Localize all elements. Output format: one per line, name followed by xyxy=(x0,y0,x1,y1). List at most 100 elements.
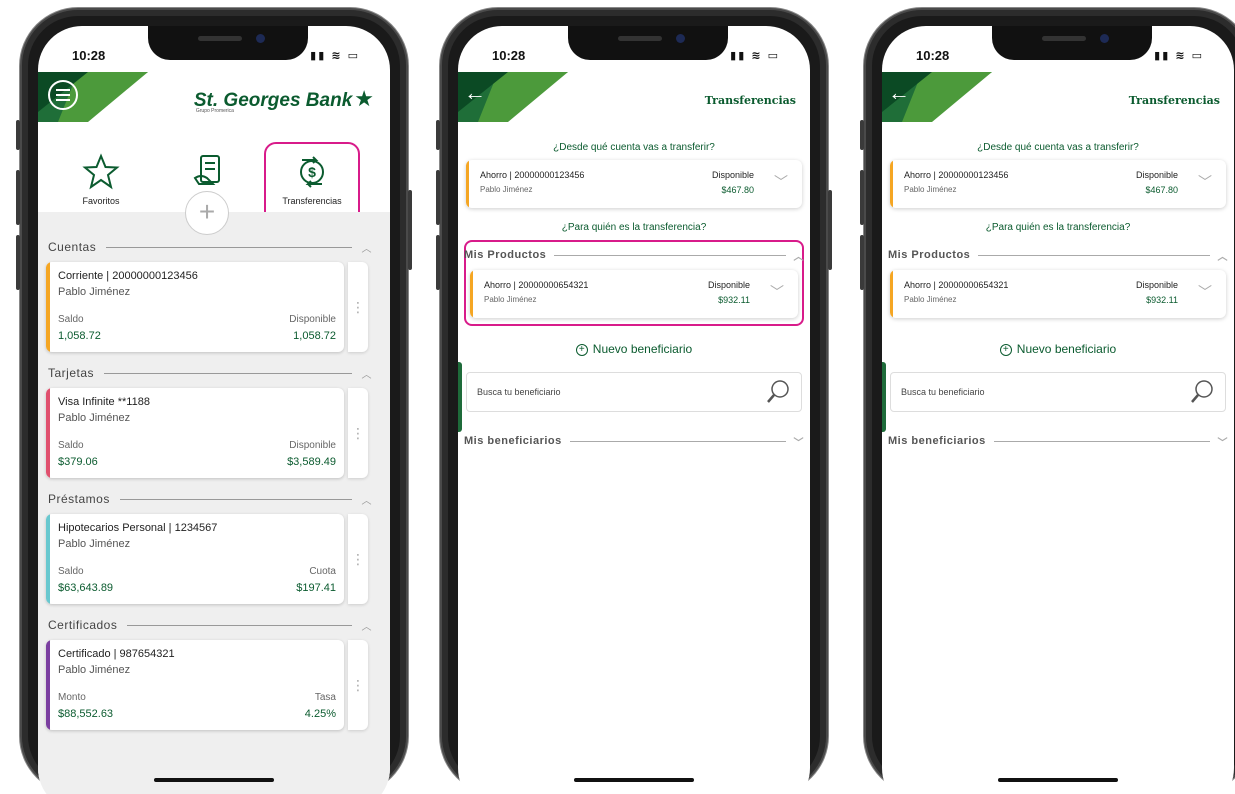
from-account-card[interactable]: Ahorro | 20000000123456 Pablo Jiménez Di… xyxy=(890,160,1226,208)
volume-down-button xyxy=(860,235,864,290)
status-time: 10:28 xyxy=(916,48,950,63)
svg-text:$: $ xyxy=(308,164,316,180)
page-title: Transferencias xyxy=(1128,94,1220,107)
section-header-certificados[interactable]: Certificados ︿ xyxy=(48,616,372,634)
chevron-down-icon: ﹀ xyxy=(770,284,784,300)
section-header-tarjetas[interactable]: Tarjetas ︿ xyxy=(48,364,372,382)
balance-value: 1,058.72 xyxy=(58,330,101,342)
add-button[interactable]: + xyxy=(185,191,229,235)
available-value: $467.80 xyxy=(721,185,754,195)
chevron-down-icon: ﹀ xyxy=(774,174,788,190)
chevron-up-icon: ︿ xyxy=(361,495,372,507)
chevron-up-icon: ︿ xyxy=(361,621,372,633)
search-placeholder: Busca tu beneficiario xyxy=(477,387,561,397)
from-question: ¿Desde qué cuenta vas a transferir? xyxy=(977,142,1139,153)
available-label: Disponible xyxy=(1135,280,1178,290)
money-transfer-icon: $ xyxy=(266,152,358,192)
search-icon[interactable] xyxy=(765,379,791,405)
status-icons: ▮▮ ≋ ▭ xyxy=(730,50,780,62)
account-holder: Pablo Jiménez xyxy=(484,295,537,304)
account-holder: Pablo Jiménez xyxy=(480,185,533,194)
menu-button[interactable] xyxy=(48,80,78,110)
products-list: Cuentas ︿ Corriente | 20000000123456 Pabl… xyxy=(38,212,390,794)
screen: 10:28 ▮▮ ≋ ▭ ← Transferencias ¿Desde qué… xyxy=(458,26,810,794)
new-beneficiary-button[interactable]: + Nuevo beneficiario xyxy=(458,342,810,356)
available-value: $3,589.49 xyxy=(287,456,336,468)
account-holder: Pablo Jiménez xyxy=(58,664,131,676)
from-question: ¿Desde qué cuenta vas a transferir? xyxy=(553,142,715,153)
my-products-header[interactable]: Mis Productos ︿ xyxy=(888,246,1228,264)
balance-value: $63,643.89 xyxy=(58,582,114,594)
more-options-icon[interactable]: ⋮ xyxy=(348,262,368,352)
product-account-card[interactable]: Ahorro | 20000000654321 Pablo Jiménez Di… xyxy=(470,270,798,318)
section-title: Cuentas xyxy=(48,240,97,254)
section-header-cuentas[interactable]: Cuentas ︿ xyxy=(48,238,372,256)
amount-value: $88,552.63 xyxy=(58,708,114,720)
side-tab-accent xyxy=(458,362,462,432)
group-title: Mis Productos xyxy=(464,249,547,261)
chevron-down-icon: ﹀ xyxy=(1217,437,1228,449)
section-title: Certificados xyxy=(48,618,118,632)
beneficiary-search[interactable]: Busca tu beneficiario xyxy=(466,372,802,412)
mute-switch xyxy=(436,120,440,150)
my-beneficiaries-header[interactable]: Mis beneficiarios ﹀ xyxy=(464,432,804,450)
from-account-card[interactable]: Ahorro | 20000000123456 Pablo Jiménez Di… xyxy=(466,160,802,208)
product-account-card[interactable]: Ahorro | 20000000654321 Pablo Jiménez Di… xyxy=(890,270,1226,318)
beneficiary-search[interactable]: Busca tu beneficiario xyxy=(890,372,1226,412)
status-time: 10:28 xyxy=(72,48,106,63)
search-placeholder: Busca tu beneficiario xyxy=(901,387,985,397)
account-title: Certificado | 987654321 xyxy=(58,648,175,660)
power-button xyxy=(828,190,832,270)
chevron-up-icon: ︿ xyxy=(361,243,372,255)
my-beneficiaries-header[interactable]: Mis beneficiarios ﹀ xyxy=(888,432,1228,450)
app-header: ← Transferencias xyxy=(458,72,810,122)
new-beneficiary-label: Nuevo beneficiario xyxy=(1016,342,1117,356)
more-options-icon[interactable]: ⋮ xyxy=(348,514,368,604)
screen: 10:28 ▮▮ ≋ ▭ St. Georges Bank★ Grupo Pro… xyxy=(38,26,390,794)
back-arrow-icon[interactable]: ← xyxy=(888,80,910,106)
available-label: Disponible xyxy=(289,440,336,451)
status-icons: ▮▮ ≋ ▭ xyxy=(310,50,360,62)
volume-up-button xyxy=(436,170,440,225)
rate-value: 4.25% xyxy=(304,708,336,720)
balance-label: Saldo xyxy=(58,440,84,451)
available-label: Disponible xyxy=(289,314,336,325)
mute-switch xyxy=(860,120,864,150)
quick-action-label: Transferencias xyxy=(282,196,342,206)
chevron-up-icon: ︿ xyxy=(361,369,372,381)
phone-transfer-highlighted: 10:28 ▮▮ ≋ ▭ ← Transferencias ¿Desde qué… xyxy=(436,8,832,794)
star-icon xyxy=(56,152,146,192)
new-beneficiary-label: Nuevo beneficiario xyxy=(592,342,693,356)
my-products-header[interactable]: Mis Productos ︿ xyxy=(464,246,804,264)
section-header-prestamos[interactable]: Préstamos ︿ xyxy=(48,490,372,508)
account-card-corriente[interactable]: Corriente | 20000000123456 Pablo Jiménez… xyxy=(46,262,344,352)
more-options-icon[interactable]: ⋮ xyxy=(348,388,368,478)
installment-value: $197.41 xyxy=(296,582,336,594)
balance-label: Saldo xyxy=(58,314,84,325)
plus-circle-icon: + xyxy=(575,344,588,356)
back-arrow-icon[interactable]: ← xyxy=(464,80,486,106)
brand-logo: St. Georges Bank★ Grupo Promerica xyxy=(194,86,374,114)
balance-value: $379.06 xyxy=(58,456,98,468)
account-card-certificado[interactable]: Certificado | 987654321 Pablo Jiménez Mo… xyxy=(46,640,344,730)
account-title: Visa Infinite **1188 xyxy=(58,396,150,408)
app-header: St. Georges Bank★ Grupo Promerica xyxy=(38,72,390,122)
notch xyxy=(148,26,308,60)
account-card-prestamo[interactable]: Hipotecarios Personal | 1234567 Pablo Ji… xyxy=(46,514,344,604)
home-indicator[interactable] xyxy=(574,778,694,782)
chevron-up-icon: ︿ xyxy=(1217,251,1228,263)
quick-action-favoritos[interactable]: Favoritos xyxy=(56,152,146,206)
new-beneficiary-button[interactable]: + Nuevo beneficiario xyxy=(882,342,1234,356)
account-title: Ahorro | 20000000654321 xyxy=(484,280,589,290)
amount-label: Monto xyxy=(58,692,86,703)
search-icon[interactable] xyxy=(1189,379,1215,405)
home-indicator[interactable] xyxy=(154,778,274,782)
account-title: Ahorro | 20000000654321 xyxy=(904,280,1009,290)
available-label: Disponible xyxy=(711,170,754,180)
account-card-visa[interactable]: Visa Infinite **1188 Pablo Jiménez Saldo… xyxy=(46,388,344,478)
power-button xyxy=(408,190,412,270)
more-options-icon[interactable]: ⋮ xyxy=(348,640,368,730)
plus-icon: + xyxy=(198,196,216,227)
phone-home: 10:28 ▮▮ ≋ ▭ St. Georges Bank★ Grupo Pro… xyxy=(16,8,412,794)
home-indicator[interactable] xyxy=(998,778,1118,782)
